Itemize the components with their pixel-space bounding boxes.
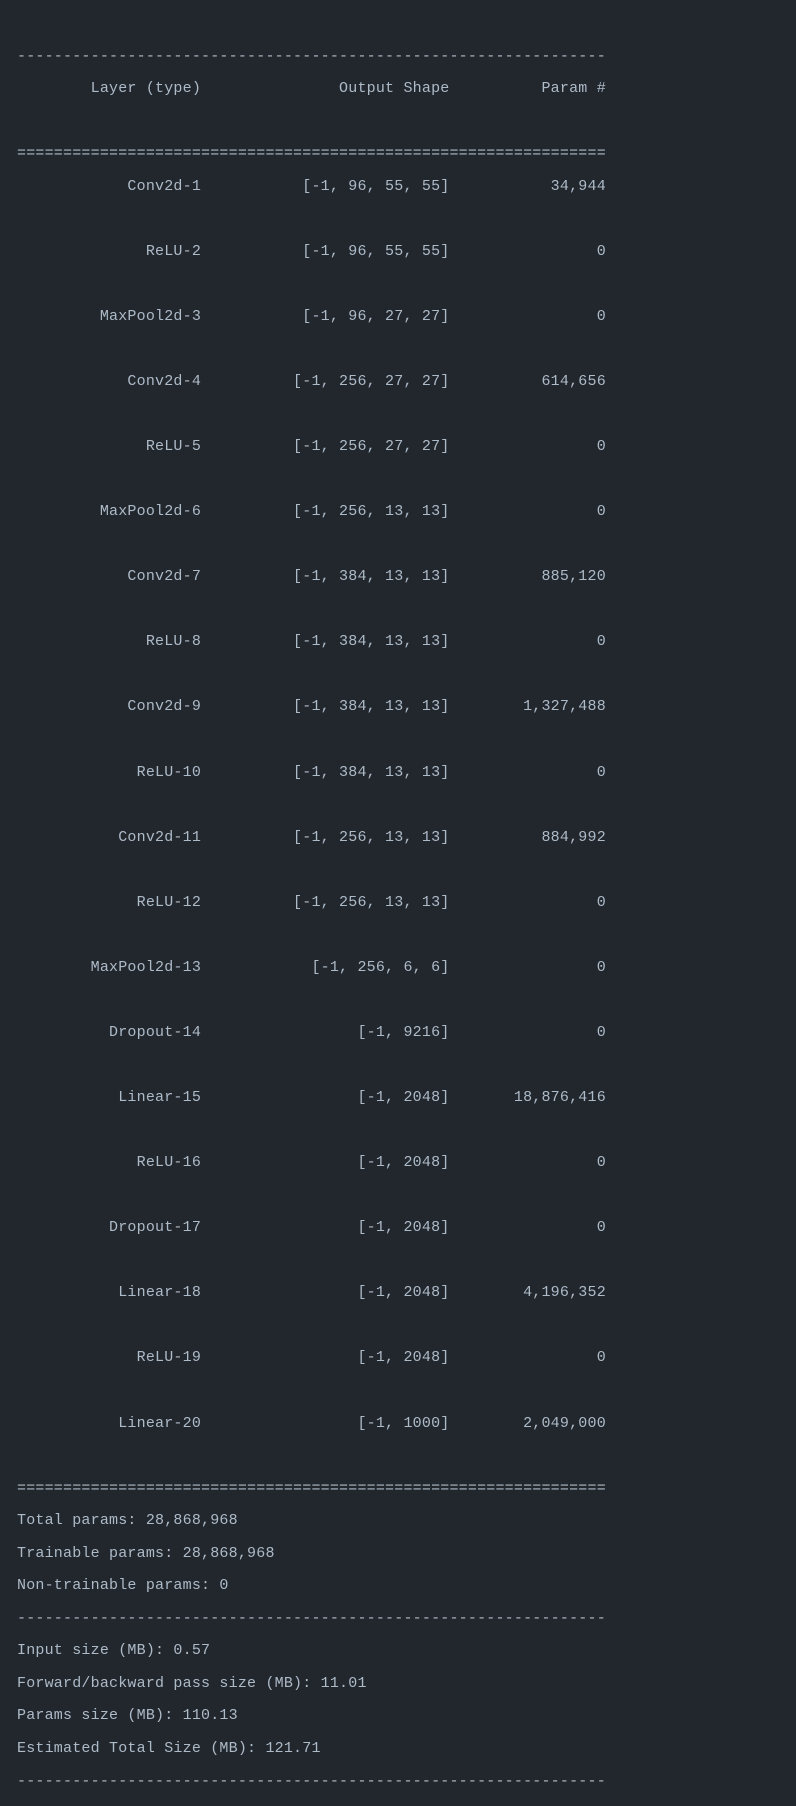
table-row: ReLU-5 [-1, 256, 27, 27] 0 — [17, 431, 779, 464]
table-row: Linear-15 [-1, 2048] 18,876,416 — [17, 1082, 779, 1115]
divider-body-end: ========================================… — [17, 1480, 606, 1497]
table-row: MaxPool2d-3 [-1, 96, 27, 27] 0 — [17, 301, 779, 334]
table-body: Conv2d-1 [-1, 96, 55, 55] 34,944 ReLU-2 … — [17, 171, 779, 1440]
table-header: Layer (type) Output Shape Param # — [17, 73, 779, 106]
fwd-bwd-size: Forward/backward pass size (MB): 11.01 — [17, 1675, 367, 1692]
divider-header: ========================================… — [17, 145, 606, 162]
table-row: ReLU-2 [-1, 96, 55, 55] 0 — [17, 236, 779, 269]
table-row: Conv2d-4 [-1, 256, 27, 27] 614,656 — [17, 366, 779, 399]
table-row: ReLU-10 [-1, 384, 13, 13] 0 — [17, 757, 779, 790]
table-row: ReLU-16 [-1, 2048] 0 — [17, 1147, 779, 1180]
divider-top: ----------------------------------------… — [17, 48, 606, 65]
table-row: Linear-18 [-1, 2048] 4,196,352 — [17, 1277, 779, 1310]
table-row: Conv2d-7 [-1, 384, 13, 13] 885,120 — [17, 561, 779, 594]
table-row: Dropout-17 [-1, 2048] 0 — [17, 1212, 779, 1245]
non-trainable-params: Non-trainable params: 0 — [17, 1577, 229, 1594]
table-row: Linear-20 [-1, 1000] 2,049,000 — [17, 1408, 779, 1441]
divider-bottom: ----------------------------------------… — [17, 1773, 606, 1790]
table-row: ReLU-8 [-1, 384, 13, 13] 0 — [17, 626, 779, 659]
table-row: MaxPool2d-6 [-1, 256, 13, 13] 0 — [17, 496, 779, 529]
params-size: Params size (MB): 110.13 — [17, 1707, 238, 1724]
table-row: ReLU-12 [-1, 256, 13, 13] 0 — [17, 887, 779, 920]
table-row: Dropout-14 [-1, 9216] 0 — [17, 1017, 779, 1050]
model-summary-output: ----------------------------------------… — [0, 0, 796, 1806]
input-size: Input size (MB): 0.57 — [17, 1642, 210, 1659]
divider-params: ----------------------------------------… — [17, 1610, 606, 1627]
total-params: Total params: 28,868,968 — [17, 1512, 238, 1529]
table-row: Conv2d-1 [-1, 96, 55, 55] 34,944 — [17, 171, 779, 204]
table-row: MaxPool2d-13 [-1, 256, 6, 6] 0 — [17, 952, 779, 985]
trainable-params: Trainable params: 28,868,968 — [17, 1545, 275, 1562]
est-total-size: Estimated Total Size (MB): 121.71 — [17, 1740, 321, 1757]
table-row: ReLU-19 [-1, 2048] 0 — [17, 1342, 779, 1375]
table-row: Conv2d-11 [-1, 256, 13, 13] 884,992 — [17, 822, 779, 855]
table-row: Conv2d-9 [-1, 384, 13, 13] 1,327,488 — [17, 691, 779, 724]
